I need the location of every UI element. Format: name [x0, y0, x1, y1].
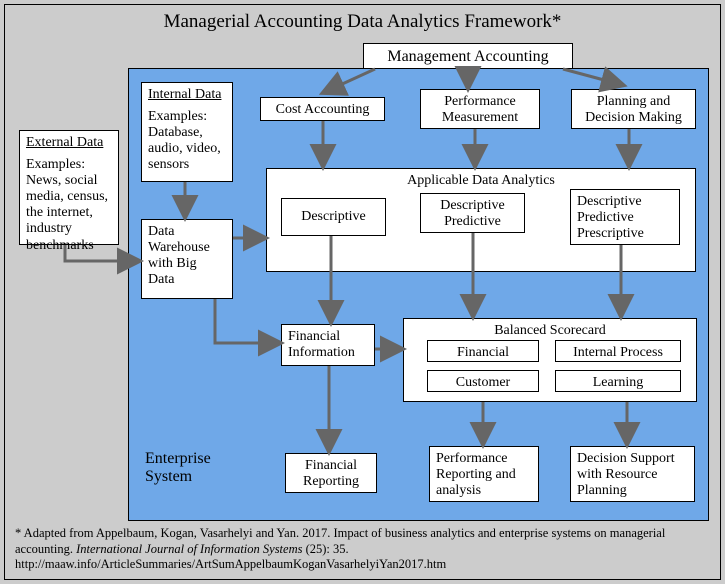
bsc-internal-process-box: Internal Process	[555, 340, 681, 362]
financial-information-box: Financial Information	[281, 324, 375, 366]
bsc-customer-box: Customer	[427, 370, 539, 392]
ada-descriptive-box: Descriptive	[281, 198, 386, 236]
financial-reporting-box: Financial Reporting	[285, 453, 377, 493]
internal-data-heading: Internal Data	[148, 87, 226, 103]
bsc-learning-box: Learning	[555, 370, 681, 392]
decision-support-box: Decision Support with Resource Planning	[570, 446, 695, 502]
external-data-heading: External Data	[26, 135, 112, 151]
data-warehouse-box: Data Warehouse with Big Data	[141, 219, 233, 299]
diagram-frame: Managerial Accounting Data Analytics Fra…	[4, 4, 721, 580]
enterprise-system-label: Enterprise System	[145, 450, 211, 487]
bsc-title: Balanced Scorecard	[410, 323, 690, 339]
footnote: * Adapted from Appelbaum, Kogan, Vasarhe…	[15, 526, 715, 573]
internal-data-box: Internal Data Examples: Database, audio,…	[141, 82, 233, 182]
performance-measurement-box: Performance Measurement	[420, 89, 540, 129]
performance-reporting-box: Performance Reporting and analysis	[429, 446, 539, 502]
cost-accounting-box: Cost Accounting	[260, 97, 385, 121]
management-accounting-box: Management Accounting	[363, 43, 573, 69]
planning-box: Planning and Decision Making	[571, 89, 696, 129]
diagram-title: Managerial Accounting Data Analytics Fra…	[5, 11, 720, 33]
ada-dpp-box: Descriptive Predictive Prescriptive	[570, 189, 680, 245]
external-data-body: Examples: News, social media, census, th…	[26, 157, 112, 254]
internal-data-body: Examples: Database, audio, video, sensor…	[148, 109, 226, 173]
ada-title: Applicable Data Analytics	[275, 173, 687, 189]
bsc-financial-box: Financial	[427, 340, 539, 362]
external-data-box: External Data Examples: News, social med…	[19, 130, 119, 245]
ada-descriptive-predictive-box: Descriptive Predictive	[420, 193, 525, 233]
